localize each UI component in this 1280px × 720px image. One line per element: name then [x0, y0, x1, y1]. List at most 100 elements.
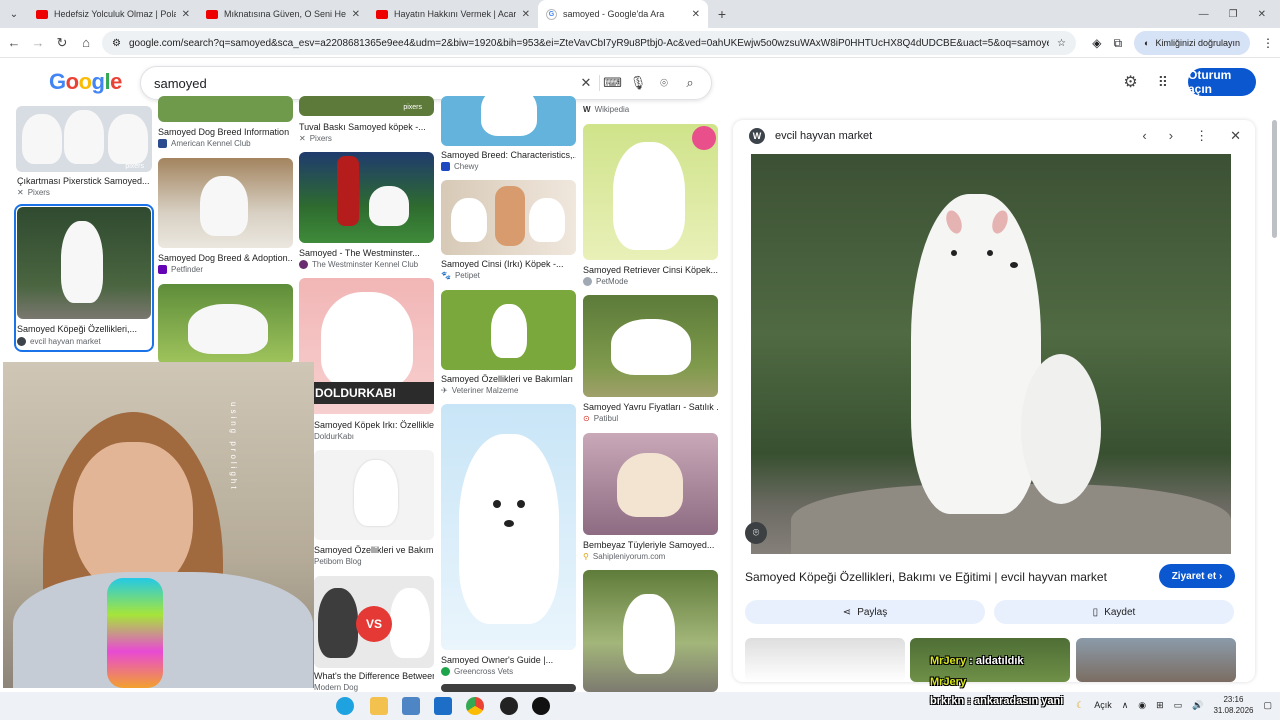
result-source[interactable]: PetMode: [583, 277, 628, 286]
close-icon[interactable]: ✕: [692, 9, 700, 20]
edge-icon[interactable]: [336, 697, 354, 715]
result-caption[interactable]: Samoyed Özellikleri ve Bakımı »...: [314, 545, 434, 555]
result-image[interactable]: [583, 570, 718, 692]
clock[interactable]: 23:16 31.08.2026: [1213, 694, 1253, 716]
result-source[interactable]: Petibom Blog: [314, 557, 362, 566]
result-source[interactable]: evcil hayvan market: [17, 337, 101, 346]
url-text[interactable]: google.com/search?q=samoyed&sca_esv=a220…: [129, 38, 1049, 49]
extensions-puzzle-icon[interactable]: ⧉: [1113, 36, 1122, 51]
forward-icon[interactable]: →: [26, 35, 50, 50]
related-image[interactable]: [1076, 638, 1236, 682]
result-source[interactable]: W Wikipedia: [583, 105, 629, 114]
result-source[interactable]: ✕ Pixers: [299, 134, 332, 143]
tab-4[interactable]: Gsamoyed - Google'da Ara ✕: [538, 0, 708, 28]
apps-grid-icon[interactable]: ⠿: [1158, 74, 1168, 91]
result-image[interactable]: [158, 96, 293, 122]
result-caption[interactable]: Samoyed Breed: Characteristics,...: [441, 150, 576, 160]
new-tab-button[interactable]: +: [708, 6, 736, 22]
close-window-icon[interactable]: ✕: [1258, 9, 1266, 20]
result-image[interactable]: [441, 404, 576, 650]
result-image[interactable]: DOLDURKABI: [299, 278, 434, 414]
bookmark-star-icon[interactable]: ☆: [1057, 38, 1066, 49]
more-vert-icon[interactable]: ⋮: [1195, 128, 1208, 144]
search-icon[interactable]: ⌕: [677, 75, 703, 91]
result-image[interactable]: [441, 180, 576, 255]
result-source[interactable]: Modern Dog: [314, 683, 358, 692]
reload-icon[interactable]: ↻: [50, 35, 74, 51]
result-caption[interactable]: Samoyed Köpeği Özellikleri,...: [17, 324, 151, 334]
volume-icon[interactable]: 🔊: [1192, 700, 1203, 711]
tab-search-button[interactable]: ⌄: [0, 0, 28, 28]
record-icon[interactable]: ◉: [1138, 700, 1146, 711]
result-image[interactable]: [158, 158, 293, 248]
result-caption[interactable]: Samoyed Dog Breed & Adoption...: [158, 253, 293, 263]
obs-icon[interactable]: [532, 697, 550, 715]
save-button[interactable]: ▯ Kaydet: [994, 600, 1234, 624]
settings-gear-icon[interactable]: ⚙: [1123, 72, 1137, 92]
minimize-icon[interactable]: —: [1199, 9, 1209, 20]
keyboard-icon[interactable]: ⌨: [599, 75, 625, 91]
preview-image[interactable]: [751, 154, 1231, 554]
clear-icon[interactable]: ✕: [573, 75, 599, 91]
result-image[interactable]: [583, 433, 718, 535]
store-icon[interactable]: [402, 697, 420, 715]
search-input[interactable]: samoyed: [154, 76, 573, 91]
result-image[interactable]: [299, 152, 434, 243]
result-image[interactable]: pixers: [299, 96, 434, 116]
result-source[interactable]: 🐾 Petipet: [441, 271, 480, 280]
result-caption[interactable]: Samoyed Owner's Guide |...: [441, 655, 576, 665]
chevron-left-icon[interactable]: ‹: [1142, 128, 1146, 144]
close-icon[interactable]: ✕: [522, 9, 530, 20]
panel-source[interactable]: Wevcil hayvan market: [749, 128, 872, 144]
weather-text[interactable]: Açık: [1094, 700, 1112, 710]
result-source[interactable]: Chewy: [441, 162, 478, 171]
chevron-right-icon[interactable]: ›: [1169, 128, 1173, 144]
browser-menu-icon[interactable]: ⋮: [1262, 36, 1274, 50]
close-icon[interactable]: ✕: [182, 9, 190, 20]
result-image[interactable]: VS: [314, 576, 434, 668]
file-explorer-icon[interactable]: [370, 697, 388, 715]
camera-lens-icon[interactable]: ⌾: [651, 75, 677, 91]
result-caption[interactable]: Çıkartması Pixerstick Samoyed...: [17, 176, 157, 186]
lens-search-icon[interactable]: ⌾: [745, 522, 767, 544]
tab-3[interactable]: Hayatın Hakkını Vermek | Acar ✕: [368, 0, 538, 28]
verify-identity-button[interactable]: ◐ Kimliğinizi doğrulayın: [1134, 31, 1250, 55]
result-caption[interactable]: Samoyed - The Westminster...: [299, 248, 434, 258]
result-caption[interactable]: Samoyed Yavru Fiyatları - Satılık ...: [583, 402, 718, 412]
restore-icon[interactable]: ❐: [1229, 9, 1238, 20]
signin-button[interactable]: Oturum açın: [1188, 68, 1256, 96]
visit-button[interactable]: Ziyaret et ›: [1159, 564, 1235, 588]
result-caption[interactable]: Samoyed Retriever Cinsi Köpek...: [583, 265, 718, 275]
result-source[interactable]: DoldurKabı: [314, 432, 354, 441]
site-info-icon[interactable]: ⚙: [112, 38, 121, 49]
result-source[interactable]: ⚲ Sahipleniyorum.com: [583, 552, 665, 561]
result-caption[interactable]: Samoyed Köpek Irkı: Özellikleri,...: [314, 420, 434, 430]
result-source[interactable]: American Kennel Club: [158, 139, 251, 148]
tab-1[interactable]: Hedefsiz Yolculuk Olmaz | Polat ✕: [28, 0, 198, 28]
result-caption[interactable]: What's the Difference Between...: [314, 671, 434, 681]
result-image[interactable]: [583, 124, 718, 260]
chrome-icon[interactable]: [466, 697, 484, 715]
result-source[interactable]: The Westminster Kennel Club: [299, 260, 418, 269]
panel-title[interactable]: Samoyed Köpeği Özellikleri, Bakımı ve Eğ…: [745, 570, 1107, 584]
address-bar[interactable]: ⚙ google.com/search?q=samoyed&sca_esv=a2…: [102, 31, 1076, 55]
result-image[interactable]: [583, 295, 718, 397]
tab-2[interactable]: Mıknatısına Güven, O Seni Hedef ✕: [198, 0, 368, 28]
share-button[interactable]: ⋖ Paylaş: [745, 600, 985, 624]
related-image[interactable]: [745, 638, 905, 682]
result-source[interactable]: Greencross Vets: [441, 667, 513, 676]
result-caption[interactable]: Samoyed Cinsi (Irkı) Köpek -...: [441, 259, 576, 269]
result-image[interactable]: [441, 684, 576, 692]
extension-icon[interactable]: ◈: [1092, 36, 1101, 50]
home-icon[interactable]: ⌂: [74, 35, 98, 50]
battery-icon[interactable]: ▭: [1174, 700, 1183, 711]
recorder-icon[interactable]: [500, 697, 518, 715]
result-source[interactable]: ✈ Veteriner Malzeme: [441, 386, 518, 395]
weather-icon[interactable]: ☾: [1076, 700, 1084, 711]
back-icon[interactable]: ←: [2, 35, 26, 50]
mail-icon[interactable]: [434, 697, 452, 715]
notification-icon[interactable]: ▢: [1263, 700, 1272, 711]
chevron-up-icon[interactable]: ∧: [1122, 700, 1129, 711]
microphone-icon[interactable]: 🎙: [625, 75, 651, 91]
result-image[interactable]: [314, 450, 434, 540]
